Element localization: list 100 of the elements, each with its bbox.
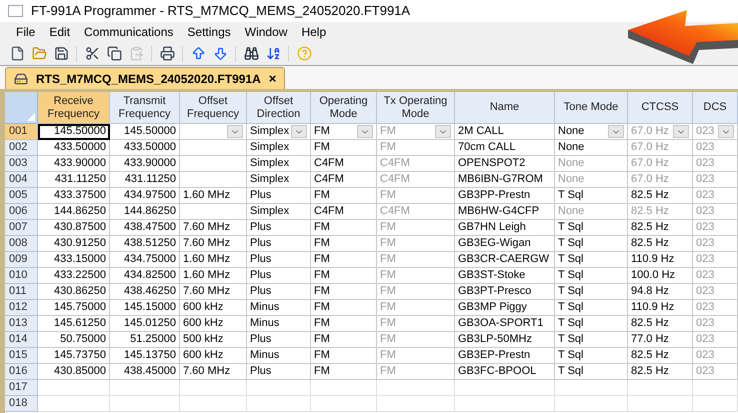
- table-cell[interactable]: 50.75000: [38, 332, 110, 348]
- dropdown-caret-icon[interactable]: [357, 125, 373, 138]
- table-cell[interactable]: [180, 124, 247, 140]
- table-cell[interactable]: FM: [311, 364, 377, 380]
- row-number[interactable]: 013: [5, 316, 38, 332]
- dropdown-caret-icon[interactable]: [608, 125, 624, 138]
- column-header[interactable]: Name: [455, 92, 555, 124]
- table-cell[interactable]: 94.8 Hz: [628, 284, 693, 300]
- table-cell[interactable]: Minus: [247, 300, 311, 316]
- table-cell[interactable]: 82.5 Hz: [628, 348, 693, 364]
- table-cell[interactable]: 7.60 MHz: [180, 220, 247, 236]
- table-cell[interactable]: OPENSPOT2: [455, 156, 555, 172]
- table-cell[interactable]: GB3LP-50MHz: [455, 332, 555, 348]
- close-tab-button[interactable]: ×: [268, 72, 276, 85]
- table-cell[interactable]: 438.46250: [110, 284, 180, 300]
- table-cell[interactable]: 434.75000: [110, 252, 180, 268]
- table-cell[interactable]: T Sql: [555, 220, 628, 236]
- table-cell[interactable]: None: [555, 124, 628, 140]
- table-cell[interactable]: 438.45000: [110, 364, 180, 380]
- table-cell[interactable]: 500 kHz: [180, 332, 247, 348]
- table-cell[interactable]: FM: [311, 300, 377, 316]
- table-cell[interactable]: 82.5 Hz: [628, 188, 693, 204]
- table-cell[interactable]: 7.60 MHz: [180, 364, 247, 380]
- table-cell[interactable]: 51.25000: [110, 332, 180, 348]
- document-tab[interactable]: RTS_M7MCQ_MEMS_24052020.FT991A ×: [5, 67, 286, 89]
- column-header[interactable]: Tone Mode: [555, 92, 628, 124]
- table-cell[interactable]: 145.73750: [38, 348, 110, 364]
- table-cell[interactable]: 600 kHz: [180, 348, 247, 364]
- row-number[interactable]: 006: [5, 204, 38, 220]
- table-cell[interactable]: FM: [311, 140, 377, 156]
- table-cell[interactable]: GB3EG-Wigan: [455, 236, 555, 252]
- table-cell[interactable]: FM: [311, 252, 377, 268]
- table-cell[interactable]: 1.60 MHz: [180, 188, 247, 204]
- table-cell[interactable]: Plus: [247, 236, 311, 252]
- table-cell[interactable]: Plus: [247, 332, 311, 348]
- row-number[interactable]: 003: [5, 156, 38, 172]
- table-cell[interactable]: 82.5 Hz: [628, 220, 693, 236]
- table-cell[interactable]: 82.5 Hz: [628, 364, 693, 380]
- menu-item[interactable]: Help: [295, 23, 332, 41]
- table-cell[interactable]: FM: [311, 220, 377, 236]
- table-cell[interactable]: 144.86250: [38, 204, 110, 220]
- table-cell[interactable]: FM: [311, 268, 377, 284]
- table-cell[interactable]: Minus: [247, 316, 311, 332]
- table-cell[interactable]: FM: [311, 332, 377, 348]
- column-header[interactable]: CTCSS: [628, 92, 693, 124]
- table-cell[interactable]: FM: [311, 316, 377, 332]
- table-cell[interactable]: 110.9 Hz: [628, 300, 693, 316]
- table-cell[interactable]: 145.13750: [110, 348, 180, 364]
- table-cell[interactable]: Plus: [247, 284, 311, 300]
- row-number[interactable]: 001: [5, 124, 38, 140]
- table-cell[interactable]: 1.60 MHz: [180, 268, 247, 284]
- table-cell[interactable]: T Sql: [555, 236, 628, 252]
- table-cell[interactable]: 433.37500: [38, 188, 110, 204]
- table-cell[interactable]: Simplex: [247, 204, 311, 220]
- table-cell[interactable]: 144.86250: [110, 204, 180, 220]
- row-number[interactable]: 015: [5, 348, 38, 364]
- table-cell[interactable]: T Sql: [555, 252, 628, 268]
- table-cell[interactable]: GB3ST-Stoke: [455, 268, 555, 284]
- row-number[interactable]: 007: [5, 220, 38, 236]
- table-cell[interactable]: Plus: [247, 188, 311, 204]
- table-cell[interactable]: T Sql: [555, 284, 628, 300]
- table-cell[interactable]: C4FM: [311, 204, 377, 220]
- table-cell[interactable]: C4FM: [311, 172, 377, 188]
- table-cell[interactable]: FM: [311, 236, 377, 252]
- table-cell[interactable]: [180, 156, 247, 172]
- menu-item[interactable]: Window: [238, 23, 294, 41]
- table-cell[interactable]: [180, 204, 247, 220]
- row-number[interactable]: 017: [5, 380, 38, 396]
- row-number[interactable]: 012: [5, 300, 38, 316]
- table-cell[interactable]: 600 kHz: [180, 300, 247, 316]
- column-header[interactable]: Transmit Frequency: [110, 92, 180, 124]
- table-cell[interactable]: 438.47500: [110, 220, 180, 236]
- table-cell[interactable]: 110.9 Hz: [628, 252, 693, 268]
- table-cell[interactable]: Simplex: [247, 172, 311, 188]
- table-cell[interactable]: FM: [311, 124, 377, 140]
- table-cell[interactable]: 433.15000: [38, 252, 110, 268]
- table-cell[interactable]: 438.51250: [110, 236, 180, 252]
- table-cell[interactable]: 433.50000: [38, 140, 110, 156]
- table-cell[interactable]: 600 kHz: [180, 316, 247, 332]
- table-cell[interactable]: 7.60 MHz: [180, 284, 247, 300]
- table-cell[interactable]: 430.86250: [38, 284, 110, 300]
- row-number[interactable]: 016: [5, 364, 38, 380]
- corner-header[interactable]: [5, 92, 38, 124]
- table-cell[interactable]: 100.0 Hz: [628, 268, 693, 284]
- table-cell[interactable]: 434.97500: [110, 188, 180, 204]
- table-cell[interactable]: GB7HN Leigh: [455, 220, 555, 236]
- table-cell[interactable]: 7.60 MHz: [180, 236, 247, 252]
- table-cell[interactable]: MB6HW-G4CFP: [455, 204, 555, 220]
- table-cell[interactable]: GB3OA-SPORT1: [455, 316, 555, 332]
- table-cell[interactable]: FM: [311, 188, 377, 204]
- table-cell[interactable]: [180, 172, 247, 188]
- column-header[interactable]: DCS: [693, 92, 738, 124]
- table-cell[interactable]: Plus: [247, 364, 311, 380]
- table-cell[interactable]: GB3PP-Prestn: [455, 188, 555, 204]
- table-cell[interactable]: 430.85000: [38, 364, 110, 380]
- table-cell[interactable]: T Sql: [555, 268, 628, 284]
- table-cell[interactable]: [180, 140, 247, 156]
- table-cell[interactable]: T Sql: [555, 364, 628, 380]
- table-cell[interactable]: 430.91250: [38, 236, 110, 252]
- menu-item[interactable]: Settings: [181, 23, 237, 41]
